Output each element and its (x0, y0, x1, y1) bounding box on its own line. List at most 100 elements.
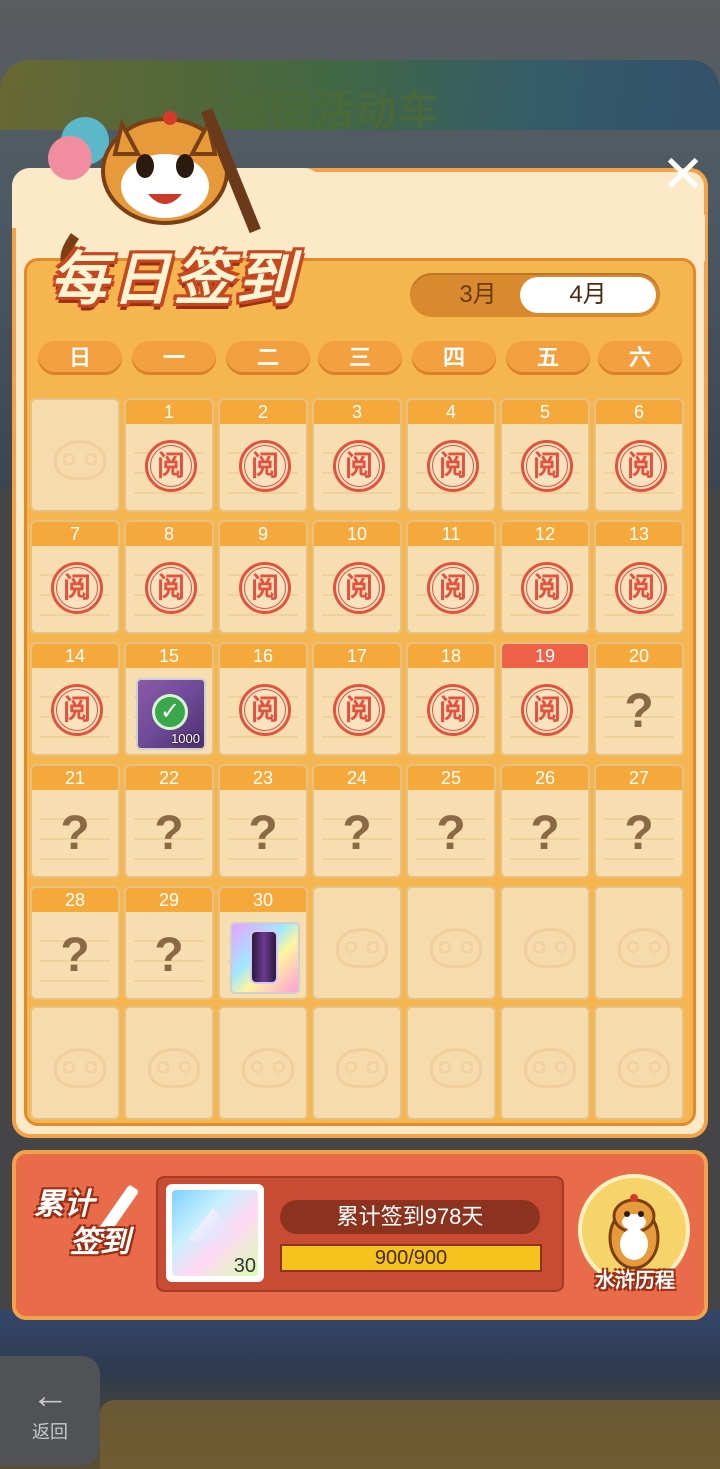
calendar-cell-empty (406, 1006, 496, 1120)
weekday-mon: 一 (132, 341, 216, 375)
calendar-day-10[interactable]: 10 阅 (312, 520, 402, 634)
gem-reward-icon: ✓ 1000 (136, 678, 206, 750)
calendar-day-26[interactable]: 26? (500, 764, 590, 878)
calendar-day-number: 20 (596, 644, 682, 668)
signed-stamp-icon: 阅 (145, 562, 197, 614)
calendar-day-28[interactable]: 28? (30, 886, 120, 1000)
calendar-day-number: 14 (32, 644, 118, 668)
raccoon-watermark-icon (242, 1048, 294, 1088)
calendar-day-6[interactable]: 6阅 (594, 398, 684, 512)
calendar-day-14[interactable]: 14 阅 (30, 642, 120, 756)
calendar-day-19[interactable]: 19 阅 (500, 642, 590, 756)
cumulative-label-line2: 签到 (70, 1226, 130, 1259)
tab-april[interactable]: 4月 (520, 277, 656, 313)
signed-stamp-icon: 阅 (427, 684, 479, 736)
calendar-day-17[interactable]: 17 阅 (312, 642, 402, 756)
calendar-day-7[interactable]: 7阅 (30, 520, 120, 634)
question-mark-icon: ? (624, 807, 654, 860)
calendar-day-5[interactable]: 5阅 (500, 398, 590, 512)
cumulative-label-line1: 累计 (34, 1188, 94, 1221)
calendar-day-2[interactable]: 2阅 (218, 398, 308, 512)
back-label: 返回 (32, 1422, 68, 1442)
calendar-day-number: 13 (596, 522, 682, 546)
signed-stamp-icon: 阅 (51, 562, 103, 614)
raccoon-watermark-icon (430, 928, 482, 968)
signed-stamp-icon: 阅 (615, 562, 667, 614)
calendar-day-22[interactable]: 22? (124, 764, 214, 878)
calendar-day-23[interactable]: 23? (218, 764, 308, 878)
raccoon-watermark-icon (54, 1048, 106, 1088)
calendar-day-number: 4 (408, 400, 494, 424)
calendar-day-1[interactable]: 1阅 (124, 398, 214, 512)
signed-stamp-icon: 阅 (333, 684, 385, 736)
question-mark-icon: ? (342, 807, 372, 860)
calendar-day-4[interactable]: 4阅 (406, 398, 496, 512)
back-arrow-icon: ← (31, 1375, 69, 1417)
calendar-day-number: 22 (126, 766, 212, 790)
calendar-day-number: 21 (32, 766, 118, 790)
calendar-day-8[interactable]: 8阅 (124, 520, 214, 634)
signed-stamp-icon: 阅 (51, 684, 103, 736)
signed-stamp-icon: 阅 (145, 440, 197, 492)
calendar-day-number: 16 (220, 644, 306, 668)
calendar-day-number: 5 (502, 400, 588, 424)
question-mark-icon: ? (530, 807, 560, 860)
signed-stamp-icon: 阅 (427, 562, 479, 614)
signed-stamp-icon: 阅 (333, 562, 385, 614)
calendar-day-20[interactable]: 20? (594, 642, 684, 756)
raccoon-watermark-icon (618, 1048, 670, 1088)
calendar-day-number: 24 (314, 766, 400, 790)
raccoon-watermark-icon (336, 1048, 388, 1088)
question-mark-icon: ? (154, 807, 184, 860)
signed-stamp-icon: 阅 (333, 440, 385, 492)
calendar-day-11[interactable]: 11 阅 (406, 520, 496, 634)
calendar-day-number: 23 (220, 766, 306, 790)
signed-stamp-icon: 阅 (521, 440, 573, 492)
calendar-day-number: 3 (314, 400, 400, 424)
journey-label: 水浒历程 (595, 1270, 675, 1292)
calendar-cell-empty (218, 1006, 308, 1120)
calendar-day-25[interactable]: 25? (406, 764, 496, 878)
calendar-day-number: 7 (32, 522, 118, 546)
calendar-day-27[interactable]: 27? (594, 764, 684, 878)
calendar-day-number: 18 (408, 644, 494, 668)
calendar-day-15[interactable]: 15 ✓ 1000 (124, 642, 214, 756)
signed-stamp-icon: 阅 (239, 562, 291, 614)
calendar-cell-empty (312, 1006, 402, 1120)
calendar-day-18[interactable]: 18 阅 (406, 642, 496, 756)
calendar-day-number: 10 (314, 522, 400, 546)
back-button[interactable]: ← 返回 (0, 1356, 100, 1466)
tab-march[interactable]: 3月 (428, 277, 528, 313)
weekday-sat: 六 (598, 341, 682, 375)
weekday-tue: 二 (226, 341, 310, 375)
signed-stamp-icon: 阅 (615, 440, 667, 492)
weekday-sun: 日 (38, 341, 122, 375)
calendar-cell-empty (500, 886, 590, 1000)
calendar-day-13[interactable]: 13 阅 (594, 520, 684, 634)
calendar-day-3[interactable]: 3阅 (312, 398, 402, 512)
calendar-day-number: 29 (126, 888, 212, 912)
calendar-day-9[interactable]: 9阅 (218, 520, 308, 634)
calendar-day-16[interactable]: 16 阅 (218, 642, 308, 756)
calendar-day-number: 11 (408, 522, 494, 546)
cumulative-reward-count: 30 (233, 1255, 256, 1277)
question-mark-icon: ? (624, 685, 654, 738)
cumulative-days-text: 累计签到978天 (280, 1200, 540, 1234)
calendar-day-12[interactable]: 12 阅 (500, 520, 590, 634)
calendar-day-number: 12 (502, 522, 588, 546)
background-bottom-bar (100, 1400, 720, 1469)
calendar-day-number: 28 (32, 888, 118, 912)
raccoon-watermark-icon (148, 1048, 200, 1088)
calendar-day-number: 27 (596, 766, 682, 790)
calendar-day-number: 26 (502, 766, 588, 790)
close-button[interactable]: ✕ (656, 148, 710, 202)
cumulative-reward[interactable]: 30 (166, 1184, 264, 1282)
calendar-day-24[interactable]: 24? (312, 764, 402, 878)
calendar-day-21[interactable]: 21? (30, 764, 120, 878)
claimed-check-icon: ✓ (152, 694, 188, 730)
panel-title: 每日签到 (50, 247, 299, 312)
calendar-day-29[interactable]: 29? (124, 886, 214, 1000)
calendar-day-30[interactable]: 30 (218, 886, 308, 1000)
calendar-cell-empty (30, 398, 120, 512)
question-mark-icon: ? (60, 807, 90, 860)
